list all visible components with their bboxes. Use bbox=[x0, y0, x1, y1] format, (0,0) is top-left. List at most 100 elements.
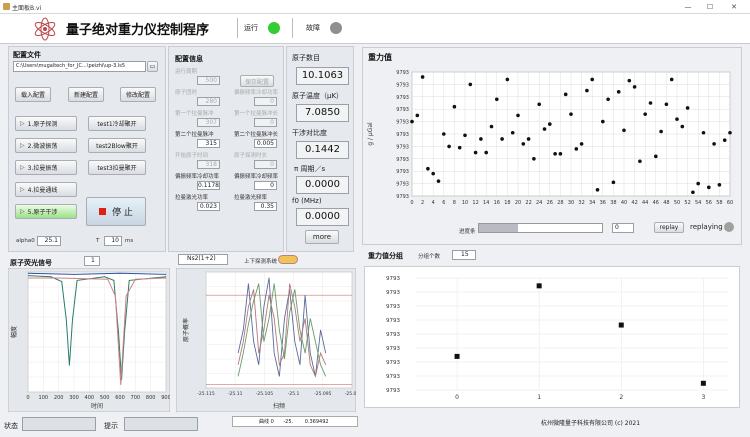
config-field-input[interactable]: 0.1178 bbox=[197, 181, 220, 190]
distribution-point bbox=[618, 322, 624, 328]
window-title-bar: 主面板B.vi — ☐ ✕ bbox=[0, 0, 750, 14]
test3-button[interactable]: test3拉曼聚开 bbox=[88, 160, 146, 175]
progress-bar[interactable] bbox=[478, 223, 603, 233]
play-icon: ▷ bbox=[20, 142, 25, 149]
app-title: 量子绝对重力仪控制程序 bbox=[66, 23, 210, 38]
atom-temp-value: 7.0850 bbox=[296, 104, 349, 122]
folder-browse-icon[interactable]: ▭ bbox=[147, 61, 158, 72]
config-path-input[interactable]: C:\Users\mugaltech_for_JC...\peizhi\up-3… bbox=[13, 61, 146, 72]
play-icon: ▷ bbox=[20, 208, 25, 215]
sequence-button[interactable]: ▷ 4.拉曼通线 bbox=[15, 182, 77, 197]
minimize-button[interactable]: — bbox=[678, 2, 698, 12]
groups-label: 分组个数 bbox=[418, 254, 441, 260]
t-input[interactable]: 10 bbox=[104, 236, 122, 246]
stop-label: 停 止 bbox=[112, 208, 133, 218]
header-divider bbox=[237, 18, 238, 38]
gravity-point bbox=[510, 130, 515, 135]
edit-config-button[interactable]: 修改配置 bbox=[120, 87, 156, 102]
x-tick-label: 200 bbox=[54, 395, 64, 401]
detection-toggle[interactable] bbox=[278, 255, 298, 264]
replay-button[interactable]: replay bbox=[654, 222, 684, 233]
load-config-button[interactable]: 载入配置 bbox=[15, 87, 51, 102]
y-tick-label: 9793 bbox=[396, 182, 409, 188]
x-tick-label: 100 bbox=[39, 395, 49, 401]
gravity-point bbox=[685, 106, 690, 110]
fluorescence-x-label: 时间 bbox=[91, 402, 103, 410]
legend-val1: -25. bbox=[283, 419, 294, 425]
gravity-point bbox=[431, 171, 435, 176]
config-field-input[interactable]: 0 bbox=[254, 97, 277, 106]
x-tick-label: -25.1 bbox=[288, 391, 300, 397]
x-tick-label: 0 bbox=[26, 395, 29, 401]
x-tick-label: 28 bbox=[557, 200, 563, 206]
config-field-input[interactable]: 0 bbox=[254, 160, 277, 169]
config-field-input[interactable]: 315 bbox=[197, 139, 220, 148]
period-value: 0.0000 bbox=[296, 176, 349, 194]
app-icon bbox=[3, 3, 10, 10]
fringe-x-label: 扫频 bbox=[273, 402, 285, 410]
progress-label: 进度条 bbox=[459, 229, 476, 235]
fringe-select[interactable]: Ns2(1+2) bbox=[178, 254, 228, 265]
gravity-point bbox=[532, 157, 536, 161]
config-field-input[interactable]: 318 bbox=[197, 160, 220, 169]
sequence-button[interactable]: ▷ 5.原子干涉 bbox=[15, 204, 77, 219]
x-tick-label: 38 bbox=[610, 200, 616, 206]
hint-field bbox=[124, 417, 198, 431]
x-tick-label: 3 bbox=[701, 394, 705, 401]
x-tick-label: -25.095 bbox=[314, 391, 332, 397]
test2-button[interactable]: test2Blow聚开 bbox=[88, 138, 146, 153]
gravity-point bbox=[542, 127, 547, 131]
alpha-input[interactable]: 25.1 bbox=[37, 236, 61, 246]
y-tick-label: 9793 bbox=[396, 120, 409, 126]
groups-input[interactable]: 15 bbox=[452, 250, 476, 260]
gravity-point bbox=[574, 147, 579, 151]
gravity-point bbox=[627, 78, 632, 83]
distribution-chart: 9793 9793 9793 9793 9793 9793 9793 9793 9793 0 1 2 3 bbox=[386, 276, 728, 401]
config-field-label: 原子探测时长 bbox=[234, 153, 268, 159]
test1-button[interactable]: test1冷却聚开 bbox=[88, 116, 146, 131]
gravity-point bbox=[701, 130, 706, 135]
maximize-button[interactable]: ☐ bbox=[700, 2, 720, 12]
close-button[interactable]: ✕ bbox=[724, 2, 744, 12]
sequence-button-label: 4.拉曼通线 bbox=[27, 187, 58, 194]
config-field-input[interactable]: 0.023 bbox=[197, 202, 220, 211]
progress-fill bbox=[479, 224, 519, 232]
config-field-input[interactable]: 0.005 bbox=[254, 139, 277, 148]
gravity-point bbox=[484, 150, 488, 155]
config-field-input[interactable]: 0 bbox=[254, 118, 277, 127]
fringe-chart: -25.115 -25.11 -25.105 -25.1 -25.095 -25.09 扫频… bbox=[176, 268, 356, 412]
x-tick-label: 20 bbox=[515, 200, 521, 206]
x-tick-label: 14 bbox=[483, 200, 489, 206]
x-tick-label: 4 bbox=[432, 200, 435, 206]
gravity-point bbox=[447, 144, 451, 149]
gravity-point bbox=[611, 180, 616, 185]
x-tick-label: 800 bbox=[146, 395, 156, 401]
stop-button[interactable]: 停 止 bbox=[86, 197, 146, 226]
config-field-input[interactable]: 280 bbox=[197, 97, 220, 106]
config-field-label: 第二个拉曼脉冲长 bbox=[234, 132, 279, 138]
new-config-button[interactable]: 新建配置 bbox=[68, 87, 104, 102]
x-tick-label: -25.105 bbox=[256, 391, 274, 397]
status-field bbox=[22, 417, 96, 431]
config-info-title: 配置信息 bbox=[175, 55, 203, 63]
company-label: 杭州微隆量子科技有限公司 (c) 2021 bbox=[541, 420, 641, 427]
progress-value[interactable]: 0 bbox=[612, 223, 634, 233]
more-button[interactable]: more bbox=[305, 230, 339, 244]
gravity-point bbox=[638, 159, 642, 164]
replaying-indicator bbox=[724, 222, 734, 232]
sequence-button[interactable]: ▷ 1.原子探测 bbox=[15, 116, 77, 131]
gravity-point bbox=[585, 88, 589, 93]
sequence-button[interactable]: ▷ 3.拉曼振荡 bbox=[15, 160, 77, 175]
gravity-point bbox=[569, 112, 573, 116]
save-config-button[interactable]: 保存配置 bbox=[240, 75, 274, 87]
config-field-input[interactable]: 500 bbox=[197, 76, 220, 85]
period-label: π 周期／s bbox=[294, 165, 326, 173]
x-tick-label: 18 bbox=[504, 200, 510, 206]
config-field-input[interactable]: 0 bbox=[254, 181, 277, 190]
fault-indicator bbox=[330, 22, 342, 34]
y-tick-label: 9793 bbox=[386, 388, 400, 394]
config-field-input[interactable]: 0.35 bbox=[254, 202, 277, 211]
fluorescence-index[interactable]: 1 bbox=[84, 256, 100, 266]
sequence-button[interactable]: ▷ 2.微波振荡 bbox=[15, 138, 77, 153]
config-field-input[interactable]: 307 bbox=[197, 118, 220, 127]
